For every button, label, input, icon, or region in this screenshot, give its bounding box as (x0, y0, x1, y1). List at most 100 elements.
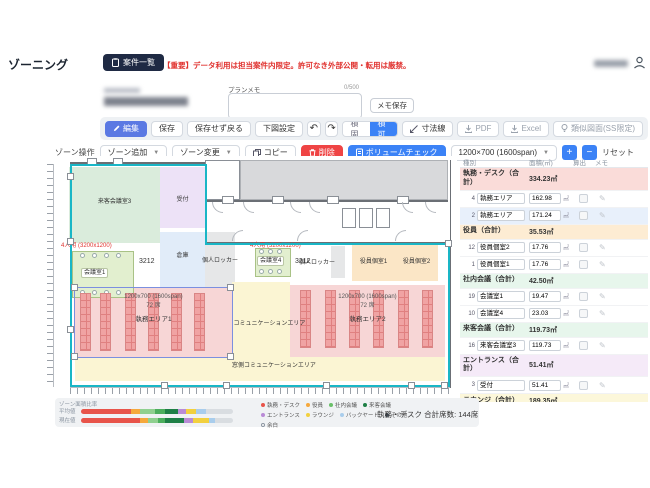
table-row-category: エントランス（合計）51.41㎡ (460, 355, 648, 378)
zone-area-input[interactable]: 17.76 (529, 259, 561, 270)
memo-edit-icon[interactable]: ✎ (599, 243, 606, 252)
table-row-category: 執務・デスク（合計）334.23㎡ (460, 168, 648, 191)
boundary-handle[interactable] (67, 173, 74, 180)
zone-name-input[interactable]: 執務エリア (477, 210, 525, 221)
selection-handle[interactable] (227, 284, 234, 291)
memo-edit-icon[interactable]: ✎ (599, 341, 606, 350)
calc-checkbox[interactable] (579, 309, 588, 318)
legend-item: 来客会議 (363, 401, 391, 409)
seat-count-label: 72 席 (290, 300, 445, 309)
lightbulb-icon (561, 124, 568, 133)
save-button[interactable]: 保存 (151, 121, 183, 137)
zone-label: 会議室4 (257, 256, 284, 266)
back-without-save-button[interactable]: 保存せず戻る (187, 121, 251, 137)
boundary-handle[interactable] (67, 326, 74, 333)
table-row-category: 役員（合計）35.53㎡ (460, 225, 648, 240)
user-icon[interactable] (632, 55, 647, 70)
pdf-export-button[interactable]: PDF (457, 121, 499, 137)
zone-ratio-footer: ゾーン面積比率 平均値現在値 執務・デスク役員社内会議来客会議エントランスラウン… (55, 398, 479, 427)
zone-name-input[interactable]: 受付 (477, 380, 525, 391)
selection-handle[interactable] (71, 284, 78, 291)
legend-item: 社内会議 (329, 401, 357, 409)
memo-edit-icon[interactable]: ✎ (599, 260, 606, 269)
row-number: 16 (463, 343, 475, 349)
boundary-handle[interactable] (408, 382, 415, 389)
zone-area-input[interactable]: 162.98 (529, 193, 561, 204)
table-row: 1役員個室117.76㎡✎ (460, 257, 648, 274)
selection-handle[interactable] (71, 353, 78, 360)
area-variable-option[interactable]: 面積可変 (370, 122, 397, 136)
zone-name-input[interactable]: 会議室4 (477, 308, 525, 319)
zone-area-input[interactable]: 51.41 (529, 380, 561, 391)
calc-checkbox[interactable] (579, 211, 588, 220)
seat-total-status: 執務・デスク 合計席数: 144席 (377, 409, 478, 420)
zone-area-input[interactable]: 23.03 (529, 308, 561, 319)
zone-name-input[interactable]: 役員個室1 (477, 259, 525, 270)
row-number: 2 (463, 213, 475, 219)
table-row: 3受付51.41㎡✎ (460, 377, 648, 394)
zone-area-input[interactable]: 19.47 (529, 291, 561, 302)
zone-name-input[interactable]: 執務エリア (477, 193, 525, 204)
plan-name-masked (104, 97, 188, 106)
boundary-handle[interactable] (323, 382, 330, 389)
zone-name-input[interactable]: 来客会議室3 (477, 340, 525, 351)
dimension-line-button[interactable]: 寸法線 (402, 121, 453, 137)
area-fixed-option[interactable]: 面積固定 (343, 122, 370, 136)
ratio-bar (81, 409, 233, 414)
boundary-handle[interactable] (445, 240, 452, 247)
boundary-handle[interactable] (223, 382, 230, 389)
calc-checkbox[interactable] (579, 381, 588, 390)
similar-drawings-button[interactable]: 類似図面(SS限定) (553, 121, 643, 137)
legend-label: 執務・デスク (267, 401, 300, 409)
zone-label: 執務エリア2 (290, 313, 445, 323)
table-row-category: ラウンジ（合計）189.35㎡ (460, 394, 648, 402)
undo-button[interactable]: ↶ (307, 121, 321, 137)
row-number: 19 (463, 294, 475, 300)
calc-checkbox[interactable] (579, 194, 588, 203)
category-area: 189.35㎡ (529, 396, 557, 402)
zone-area-input[interactable]: 171.24 (529, 210, 561, 221)
building-core-area (240, 160, 448, 200)
boundary-handle[interactable] (441, 382, 448, 389)
memo-edit-icon[interactable]: ✎ (599, 211, 606, 220)
legend-label: ラウンジ (312, 411, 334, 419)
case-list-button[interactable]: 案件一覧 (103, 54, 164, 71)
calc-checkbox[interactable] (579, 243, 588, 252)
edit-button[interactable]: 編集 (105, 121, 147, 137)
zone-area-input[interactable]: 17.76 (529, 242, 561, 253)
ratio-bar-row: 平均値 (59, 407, 233, 415)
ratio-segment (131, 409, 140, 414)
area-unit: ㎡ (563, 243, 569, 252)
boundary-handle[interactable] (161, 382, 168, 389)
zone-guest-meeting3[interactable] (69, 167, 160, 243)
table-row-category: 社内会議（合計）42.50㎡ (460, 274, 648, 289)
ratio-segment (196, 409, 205, 414)
calc-checkbox[interactable] (579, 341, 588, 350)
memo-save-button[interactable]: メモ保存 (370, 98, 414, 113)
memo-edit-icon[interactable]: ✎ (599, 309, 606, 318)
legend-label: バックヤード (346, 411, 379, 419)
zone-area-input[interactable]: 119.73 (529, 340, 561, 351)
memo-edit-icon[interactable]: ✎ (599, 194, 606, 203)
row-number: 12 (463, 245, 475, 251)
underlay-settings-button[interactable]: 下図設定 (255, 121, 303, 137)
calc-checkbox[interactable] (579, 292, 588, 301)
zoning-app: ゾーニング 案件一覧 【重要】データ利用は担当案件内限定。許可なき外部公開・転用… (0, 0, 650, 488)
zone-name-input[interactable]: 会議室1 (477, 291, 525, 302)
zone-work-area2[interactable]: 1200x700 (1600span) 72 席 執務エリア2 (290, 285, 445, 357)
boundary-handle[interactable] (67, 238, 74, 245)
memo-edit-icon[interactable]: ✎ (599, 381, 606, 390)
zone-name-input[interactable]: 役員個室2 (477, 242, 525, 253)
floorplan-canvas[interactable]: 来客会議室3 受付 倉庫 個人ロッカー 4人用 (3200x1200) 会議室1… (47, 156, 457, 402)
plan-memo-input[interactable] (228, 93, 362, 119)
row-number: 3 (463, 382, 475, 388)
redo-button[interactable]: ↷ (325, 121, 339, 137)
legend-label: 社内会議 (335, 401, 357, 409)
area-table-header: 種別 面積(㎡) 算出 メモ (460, 156, 648, 168)
calc-checkbox[interactable] (579, 260, 588, 269)
memo-edit-icon[interactable]: ✎ (599, 292, 606, 301)
table-row: 2執務エリア171.24㎡✎ (460, 208, 648, 225)
selection-handle[interactable] (227, 353, 234, 360)
excel-export-button[interactable]: Excel (503, 121, 549, 137)
table-row: 16来客会議室3119.73㎡✎ (460, 338, 648, 355)
